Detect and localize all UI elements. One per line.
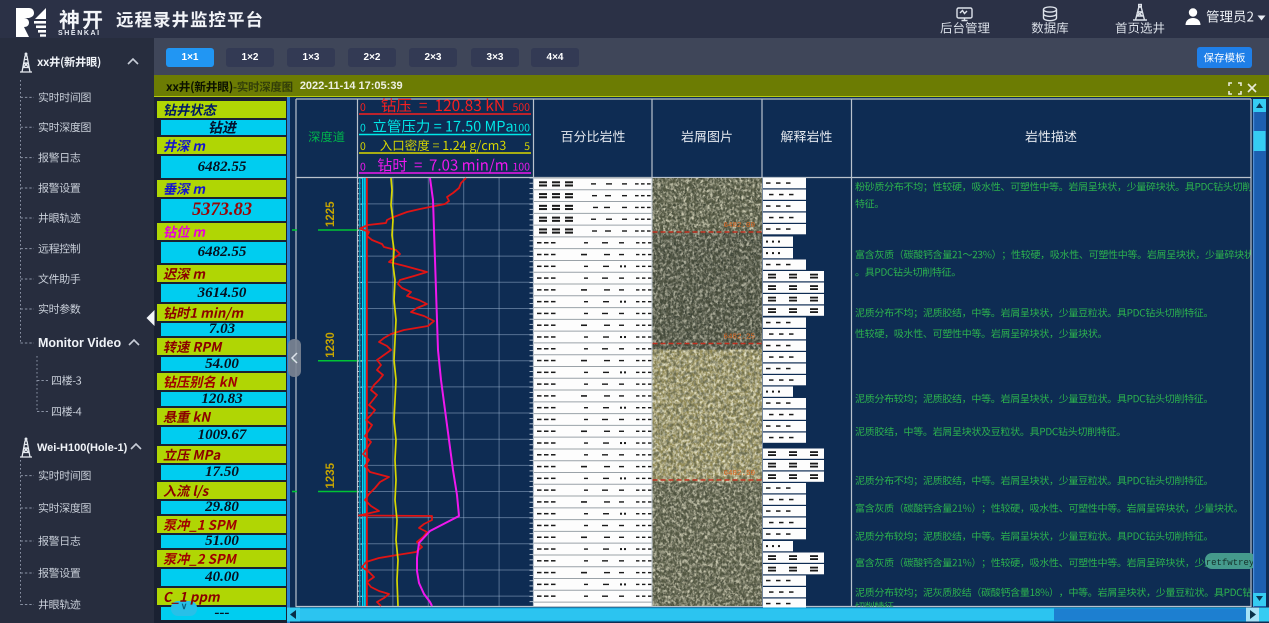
- svg-text:1230: 1230: [325, 332, 337, 358]
- svg-text:6482.25: 6482.25: [723, 334, 755, 342]
- svg-text:6482.50: 6482.50: [723, 470, 755, 478]
- svg-text:1225: 1225: [325, 201, 337, 227]
- svg-text:6482.00: 6482.00: [723, 222, 755, 230]
- svg-text:1235: 1235: [325, 462, 337, 488]
- svg-text:retfwtrey: retfwtrey: [1206, 558, 1255, 568]
